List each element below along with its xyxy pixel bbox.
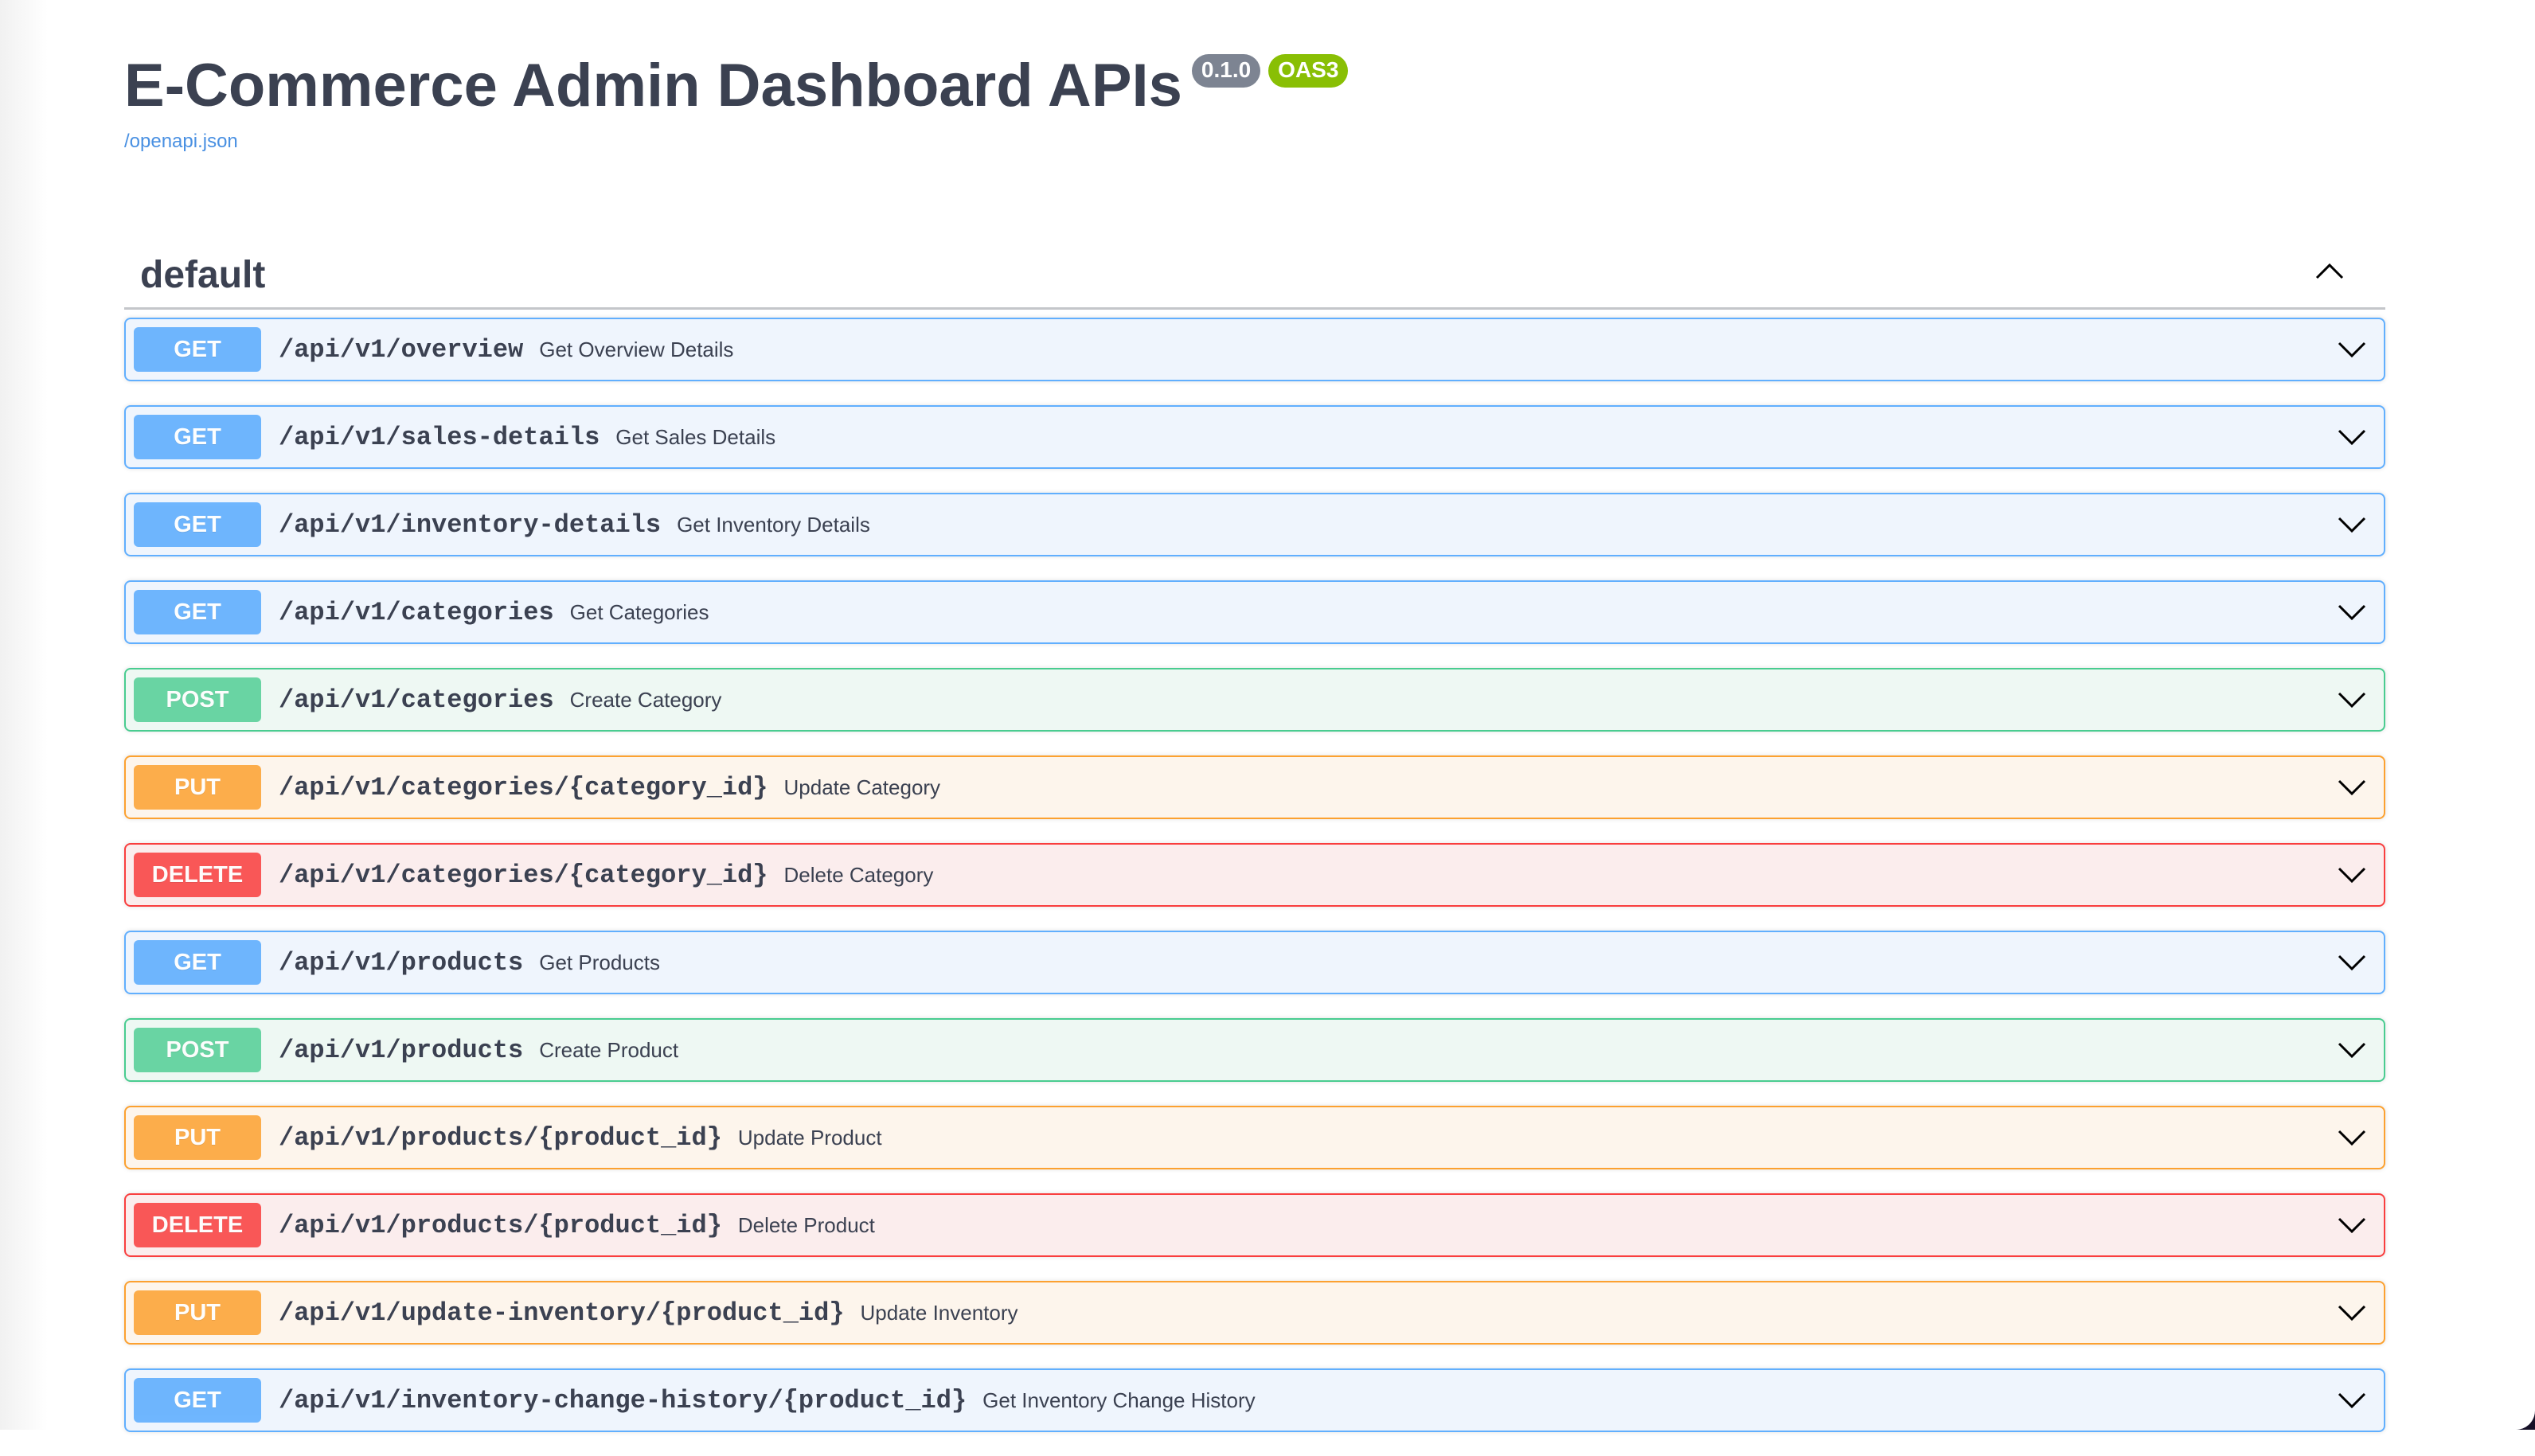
operation-row-delete[interactable]: DELETE/api/v1/categories/{category_id} De… bbox=[124, 843, 2385, 907]
chevron-down-icon[interactable] bbox=[2334, 1208, 2369, 1243]
operations-list: GET/api/v1/overview Get Overview Details G… bbox=[124, 318, 2385, 1456]
method-badge: PUT bbox=[134, 1115, 261, 1160]
method-badge: POST bbox=[134, 1028, 261, 1072]
operation-summary: Get Overview Details bbox=[539, 337, 734, 361]
operation-summary: Get Products bbox=[539, 950, 660, 974]
method-badge: GET bbox=[134, 1378, 261, 1423]
operation-summary: Get Inventory Details bbox=[677, 512, 870, 537]
section-title: default bbox=[140, 253, 266, 296]
chevron-down-icon[interactable] bbox=[2334, 420, 2369, 455]
operation-row-put[interactable]: PUT/api/v1/categories/{category_id} Updat… bbox=[124, 755, 2385, 819]
page-title: E-Commerce Admin Dashboard APIs 0.1.0 OA… bbox=[124, 46, 1349, 126]
chevron-down-icon[interactable] bbox=[2334, 507, 2369, 542]
operation-summary: Update Product bbox=[737, 1125, 882, 1150]
operation-row-get[interactable]: GET/api/v1/overview Get Overview Details bbox=[124, 318, 2385, 381]
operation-row-put[interactable]: PUT/api/v1/update-inventory/{product_id}… bbox=[124, 1281, 2385, 1345]
chevron-down-icon[interactable] bbox=[2334, 595, 2369, 630]
operation-path: /api/v1/overview bbox=[279, 334, 524, 365]
operation-summary: Create Product bbox=[539, 1037, 679, 1062]
operation-summary: Update Inventory bbox=[860, 1300, 1018, 1325]
openapi-json-link[interactable]: /openapi.json bbox=[124, 131, 1348, 153]
chevron-down-icon[interactable] bbox=[2334, 1120, 2369, 1155]
chevron-down-icon[interactable] bbox=[2334, 770, 2369, 805]
operation-row-post[interactable]: POST/api/v1/products Create Product bbox=[124, 1018, 2385, 1082]
method-badge: GET bbox=[134, 590, 261, 634]
operation-summary: Delete Category bbox=[783, 862, 934, 887]
chevron-down-icon[interactable] bbox=[2334, 1383, 2369, 1418]
operation-summary: Update Category bbox=[783, 775, 941, 799]
operation-path: /api/v1/sales-details bbox=[279, 422, 600, 452]
chevron-down-icon[interactable] bbox=[2334, 857, 2369, 892]
method-badge: POST bbox=[134, 677, 261, 722]
window-corner bbox=[2516, 1411, 2535, 1430]
operation-path: /api/v1/inventory-change-history/{produc… bbox=[279, 1385, 967, 1415]
operation-summary: Get Inventory Change History bbox=[982, 1388, 1256, 1412]
operation-summary: Create Category bbox=[569, 687, 722, 712]
method-badge: DELETE bbox=[134, 1203, 261, 1247]
method-badge: GET bbox=[134, 415, 261, 459]
operation-path: /api/v1/products/{product_id} bbox=[279, 1210, 722, 1240]
method-badge: GET bbox=[134, 502, 261, 547]
chevron-down-icon[interactable] bbox=[2334, 682, 2369, 717]
operation-row-put[interactable]: PUT/api/v1/products/{product_id} Update P… bbox=[124, 1106, 2385, 1169]
operation-path: /api/v1/categories bbox=[279, 597, 554, 627]
chevron-down-icon[interactable] bbox=[2334, 1032, 2369, 1068]
operation-path: /api/v1/products bbox=[279, 1035, 524, 1065]
operation-row-post[interactable]: POST/api/v1/categories Create Category bbox=[124, 668, 2385, 732]
operation-summary: Delete Product bbox=[737, 1212, 875, 1237]
method-badge: GET bbox=[134, 327, 261, 372]
operation-path: /api/v1/categories/{category_id} bbox=[279, 860, 768, 890]
operation-summary: Get Sales Details bbox=[615, 424, 776, 449]
operation-path: /api/v1/products/{product_id} bbox=[279, 1122, 722, 1153]
section-header-default[interactable]: default bbox=[124, 236, 2385, 310]
operation-row-get[interactable]: GET/api/v1/categories Get Categories bbox=[124, 580, 2385, 644]
operation-path: /api/v1/update-inventory/{product_id} bbox=[279, 1298, 845, 1328]
chevron-down-icon[interactable] bbox=[2334, 945, 2369, 980]
version-badge: 0.1.0 bbox=[1191, 54, 1261, 88]
chevron-down-icon[interactable] bbox=[2334, 1295, 2369, 1330]
operation-summary: Get Categories bbox=[569, 599, 709, 624]
chevron-up-icon[interactable] bbox=[2312, 254, 2347, 289]
method-badge: PUT bbox=[134, 1290, 261, 1335]
operation-path: /api/v1/inventory-details bbox=[279, 509, 662, 540]
operation-row-get[interactable]: GET/api/v1/inventory-change-history/{pro… bbox=[124, 1368, 2385, 1432]
oas-badge: OAS3 bbox=[1268, 54, 1349, 88]
version-badges: 0.1.0 OAS3 bbox=[1191, 54, 1349, 88]
method-badge: GET bbox=[134, 940, 261, 985]
operation-path: /api/v1/categories bbox=[279, 685, 554, 715]
window-left-shadow bbox=[0, 0, 48, 1430]
operation-row-delete[interactable]: DELETE/api/v1/products/{product_id} Delet… bbox=[124, 1193, 2385, 1257]
operation-path: /api/v1/products bbox=[279, 947, 524, 978]
api-info: E-Commerce Admin Dashboard APIs 0.1.0 OA… bbox=[124, 46, 1349, 153]
operation-row-get[interactable]: GET/api/v1/inventory-details Get Inventor… bbox=[124, 493, 2385, 556]
operation-path: /api/v1/categories/{category_id} bbox=[279, 772, 768, 802]
method-badge: DELETE bbox=[134, 853, 261, 897]
operation-row-get[interactable]: GET/api/v1/products Get Products bbox=[124, 931, 2385, 994]
method-badge: PUT bbox=[134, 765, 261, 810]
operation-row-get[interactable]: GET/api/v1/sales-details Get Sales Detail… bbox=[124, 405, 2385, 469]
chevron-down-icon[interactable] bbox=[2334, 332, 2369, 367]
api-title: E-Commerce Admin Dashboard APIs bbox=[124, 52, 1182, 119]
